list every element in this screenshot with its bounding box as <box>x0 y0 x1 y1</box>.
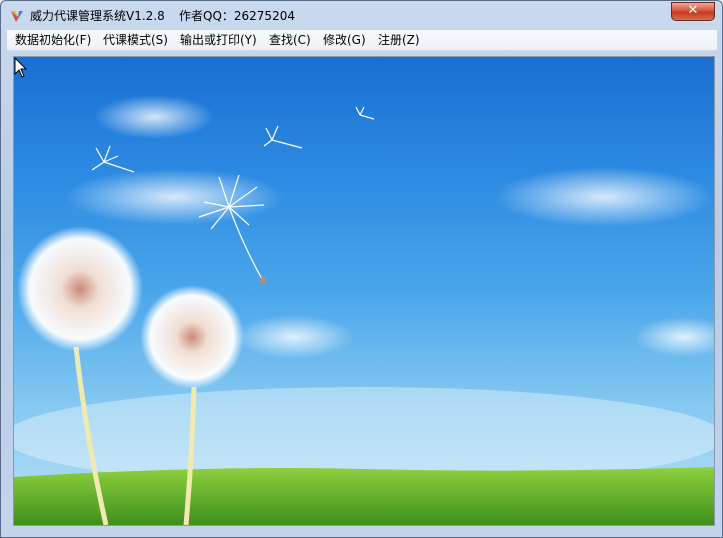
dandelion-puff <box>140 285 244 389</box>
menu-data-init[interactable]: 数据初始化(F) <box>15 32 91 48</box>
cloud <box>494 167 714 227</box>
title-bar[interactable]: 威力代课管理系统V1.2.8 作者QQ：26275204 ✕ <box>1 1 722 31</box>
cloud <box>634 317 714 357</box>
close-button[interactable]: ✕ <box>671 2 715 21</box>
menu-search[interactable]: 查找(C) <box>269 32 311 48</box>
menu-modify[interactable]: 修改(G) <box>323 32 366 48</box>
seed <box>260 277 266 283</box>
dandelion-scene <box>14 95 714 525</box>
window-title: 威力代课管理系统V1.2.8 <box>30 9 165 23</box>
cloud <box>64 169 284 225</box>
grass-field <box>14 467 714 525</box>
menu-substitute-mode[interactable]: 代课模式(S) <box>103 32 168 48</box>
menu-register[interactable]: 注册(Z) <box>378 32 420 48</box>
dandelion-puff <box>17 226 143 352</box>
menu-bar: 数据初始化(F) 代课模式(S) 输出或打印(Y) 查找(C) 修改(G) 注册… <box>7 30 717 51</box>
menu-output-print[interactable]: 输出或打印(Y) <box>180 32 257 48</box>
close-icon: ✕ <box>687 3 699 18</box>
app-window: 威力代课管理系统V1.2.8 作者QQ：26275204 ✕ 数据初始化(F) … <box>0 0 723 538</box>
wallpaper-image <box>13 56 715 526</box>
app-logo-icon <box>11 11 23 22</box>
cloud <box>94 95 214 139</box>
author-info: 作者QQ：26275204 <box>179 9 295 23</box>
mouse-pointer-icon <box>14 57 28 78</box>
cloud <box>234 315 354 359</box>
